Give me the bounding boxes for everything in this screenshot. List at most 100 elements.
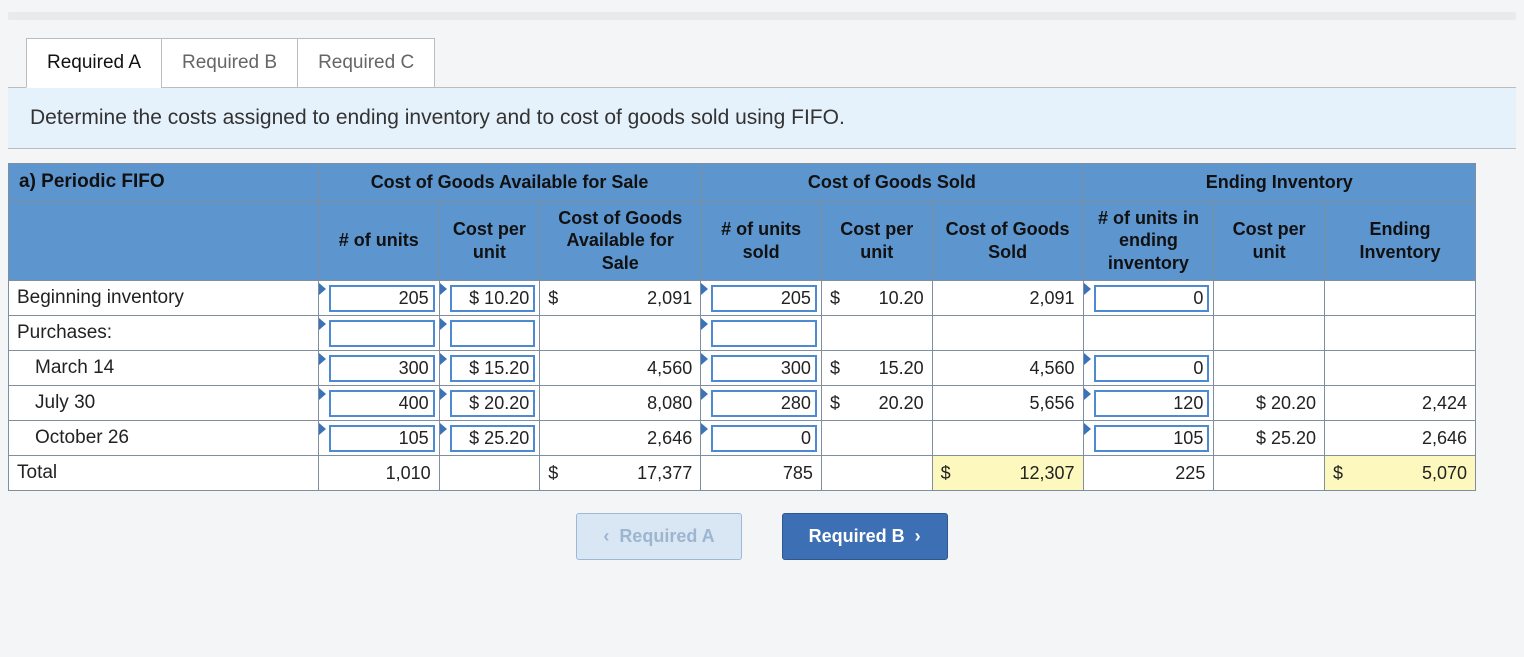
units-sold-input[interactable]: 0 [701, 421, 821, 455]
ending-value: 2,646 [1325, 424, 1475, 453]
flag-icon [1084, 423, 1091, 435]
cogs-value [933, 434, 1083, 442]
flag-icon [701, 318, 708, 330]
next-label: Required B [809, 526, 905, 547]
empty-input[interactable] [701, 316, 821, 350]
ending-value: 2,424 [1325, 389, 1475, 418]
row-label: March 14 [9, 351, 319, 386]
flag-icon [440, 388, 447, 400]
col-units-sold: # of units sold [701, 200, 822, 281]
ending-value [1325, 364, 1475, 372]
flag-icon [440, 353, 447, 365]
cogas-value: 2,646 [540, 424, 700, 453]
flag-icon [319, 423, 326, 435]
units-input[interactable]: 300 [319, 351, 439, 385]
chevron-left-icon: ‹ [603, 526, 609, 547]
col-units-avail: # of units [318, 200, 439, 281]
units-input[interactable]: 205 [319, 281, 439, 315]
top-band [8, 12, 1516, 20]
row-beginning-inventory: Beginning inventory 205 $ 10.20 $2,091 2… [9, 281, 1476, 316]
total-cogas: $17,377 [540, 459, 700, 488]
col-ending: Ending Inventory [1325, 200, 1476, 281]
cpu-sold-value [822, 434, 932, 442]
group-header-cogs: Cost of Goods Sold [701, 164, 1083, 201]
row-label: July 30 [9, 386, 319, 421]
cpu-input[interactable]: $ 10.20 [440, 281, 540, 315]
flag-icon [1084, 388, 1091, 400]
col-cpu-sold: Cost per unit [821, 200, 932, 281]
cogas-value: 8,080 [540, 389, 700, 418]
units-end-input[interactable]: 0 [1084, 281, 1214, 315]
cogas-value: $2,091 [540, 284, 700, 313]
cpu-input[interactable]: $ 15.20 [440, 351, 540, 385]
purchases-label: Purchases: [9, 316, 319, 351]
empty-input[interactable] [319, 316, 439, 350]
units-input[interactable]: 400 [319, 386, 439, 420]
cpu-end-value [1214, 364, 1324, 372]
col-cpu-end: Cost per unit [1214, 200, 1325, 281]
cogas-value: 4,560 [540, 354, 700, 383]
flag-icon [440, 283, 447, 295]
units-sold-input[interactable]: 280 [701, 386, 821, 420]
prev-label: Required A [619, 526, 714, 547]
flag-icon [701, 388, 708, 400]
flag-icon [319, 388, 326, 400]
row-october-26: October 26 105 $ 25.20 2,646 0 105 $ 25.… [9, 421, 1476, 456]
fifo-table: a) Periodic FIFO Cost of Goods Available… [8, 163, 1476, 491]
units-end-input[interactable]: 0 [1084, 351, 1214, 385]
row-label: October 26 [9, 421, 319, 456]
units-end-input[interactable]: 105 [1084, 421, 1214, 455]
flag-icon [1084, 353, 1091, 365]
flag-icon [319, 318, 326, 330]
cpu-input[interactable]: $ 25.20 [440, 421, 540, 455]
total-units-sold: 785 [701, 459, 821, 488]
table-title: a) Periodic FIFO [9, 164, 319, 201]
group-header-available: Cost of Goods Available for Sale [318, 164, 700, 201]
prev-button: ‹ Required A [576, 513, 741, 560]
row-label: Beginning inventory [9, 281, 319, 316]
group-header-ending: Ending Inventory [1083, 164, 1475, 201]
total-units-avail: 1,010 [319, 459, 439, 488]
total-ending: $5,070 [1325, 459, 1475, 488]
row-total: Total 1,010 $17,377 785 $12,307 225 $5,0… [9, 456, 1476, 491]
col-cogs: Cost of Goods Sold [932, 200, 1083, 281]
cpu-end-value: $ 20.20 [1214, 389, 1324, 418]
tab-required-b[interactable]: Required B [161, 38, 298, 88]
nav-buttons: ‹ Required A Required B › [8, 513, 1516, 560]
cpu-sold-value: $10.20 [822, 284, 932, 313]
flag-icon [319, 283, 326, 295]
blank-header [9, 200, 319, 281]
col-cpu-avail: Cost per unit [439, 200, 540, 281]
units-sold-input[interactable]: 205 [701, 281, 821, 315]
flag-icon [319, 353, 326, 365]
tab-required-a[interactable]: Required A [26, 38, 162, 88]
cpu-end-value: $ 25.20 [1214, 424, 1324, 453]
row-purchases-label: Purchases: [9, 316, 1476, 351]
cpu-sold-value: $20.20 [822, 389, 932, 418]
row-march-14: March 14 300 $ 15.20 4,560 300 $15.20 4,… [9, 351, 1476, 386]
col-cogas: Cost of Goods Available for Sale [540, 200, 701, 281]
instruction-bar: Determine the costs assigned to ending i… [8, 87, 1516, 149]
cogs-value: 4,560 [933, 354, 1083, 383]
ending-value [1325, 294, 1475, 302]
empty-input[interactable] [440, 316, 540, 350]
total-cogs: $12,307 [933, 459, 1083, 488]
units-sold-input[interactable]: 300 [701, 351, 821, 385]
cpu-end-value [1214, 294, 1324, 302]
units-input[interactable]: 105 [319, 421, 439, 455]
total-units-end: 225 [1084, 459, 1214, 488]
next-button[interactable]: Required B › [782, 513, 948, 560]
cogs-value: 5,656 [933, 389, 1083, 418]
chevron-right-icon: › [915, 526, 921, 547]
cpu-input[interactable]: $ 20.20 [440, 386, 540, 420]
tab-required-c[interactable]: Required C [297, 38, 435, 88]
flag-icon [1084, 283, 1091, 295]
flag-icon [701, 353, 708, 365]
flag-icon [701, 283, 708, 295]
tabs: Required A Required B Required C [26, 38, 1516, 88]
units-end-input[interactable]: 120 [1084, 386, 1214, 420]
row-label: Total [9, 456, 319, 491]
flag-icon [701, 423, 708, 435]
col-units-end: # of units in ending inventory [1083, 200, 1214, 281]
cogs-value: 2,091 [933, 284, 1083, 313]
